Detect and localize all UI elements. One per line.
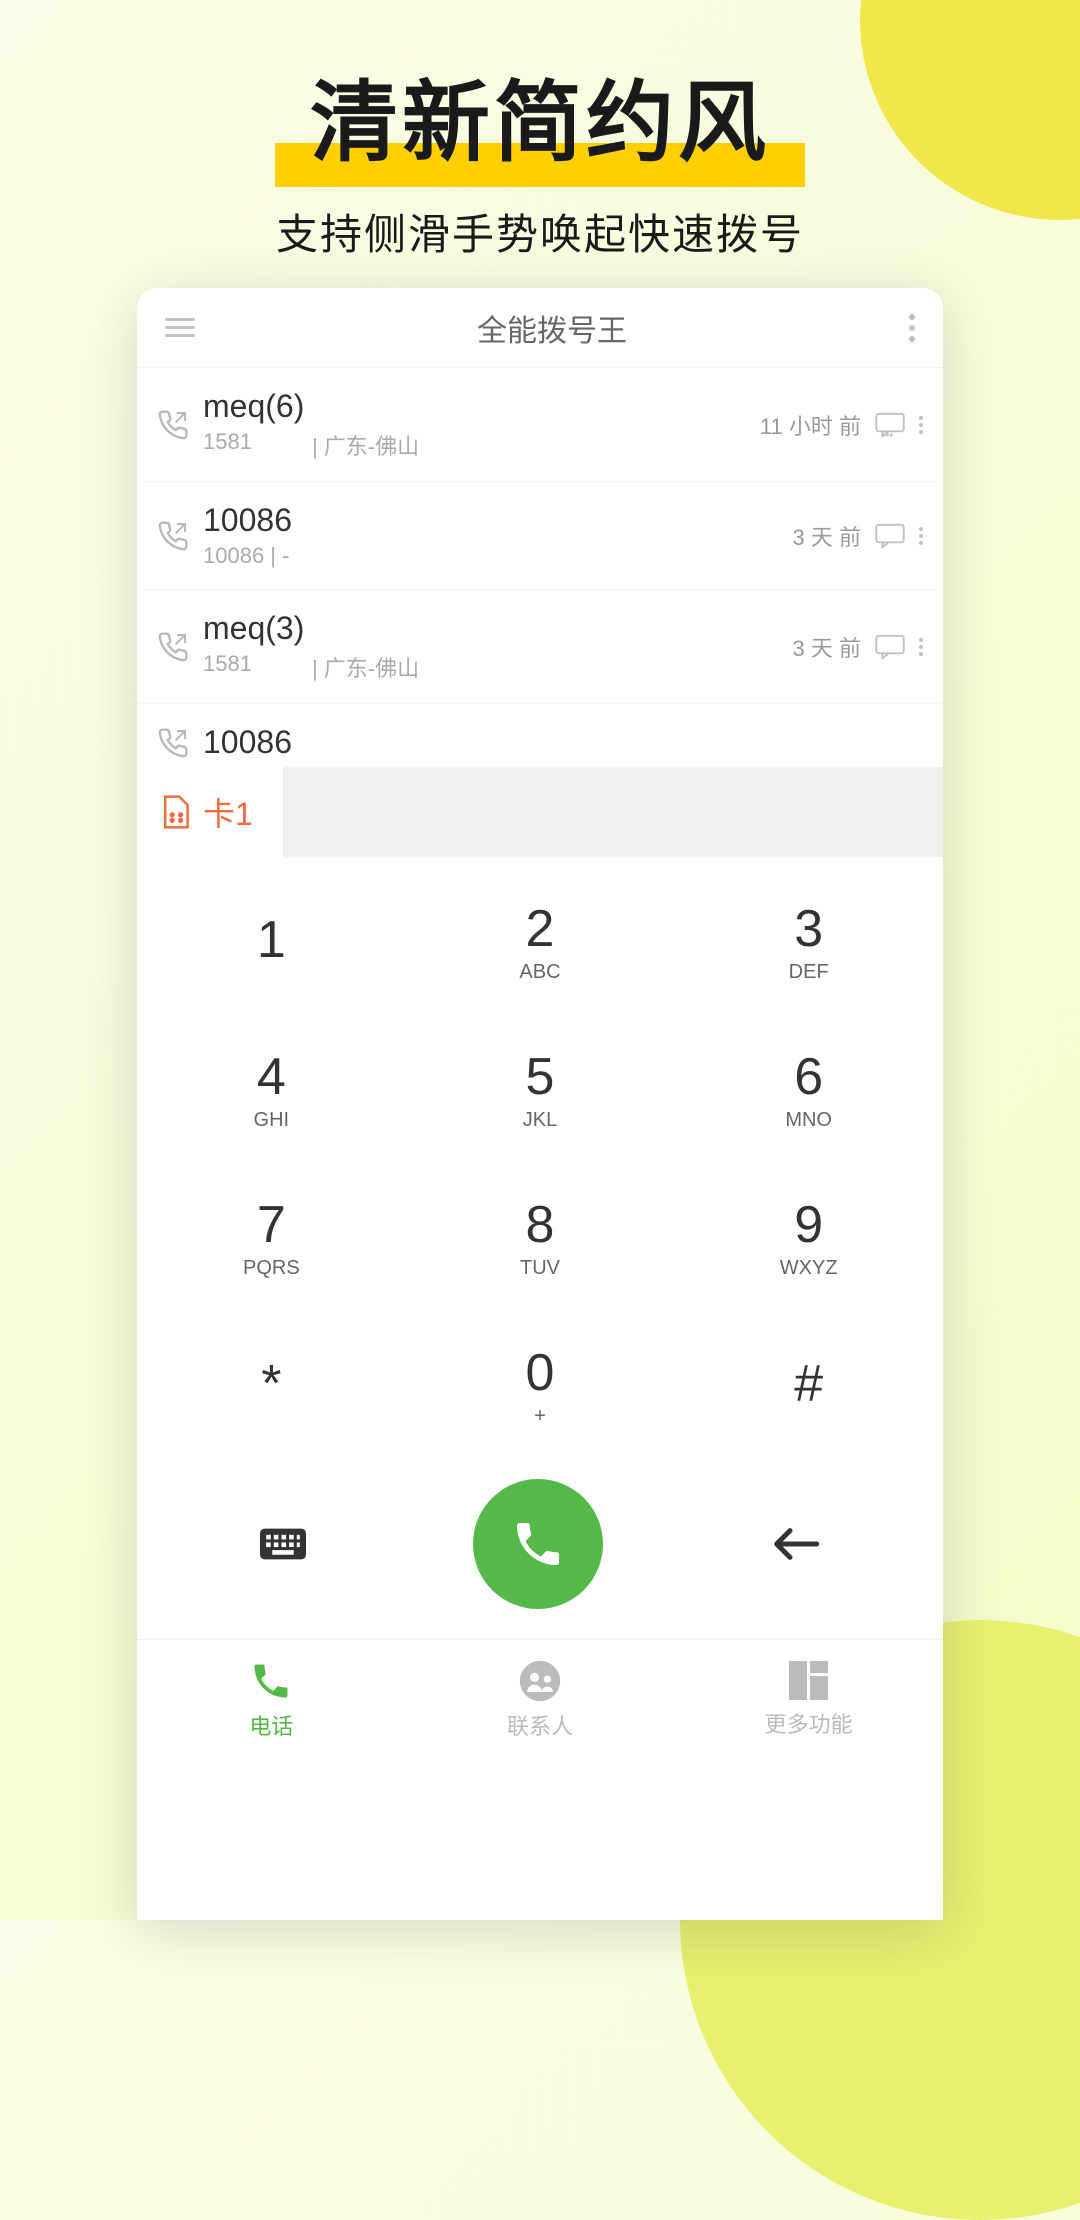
sim-icon [161,795,189,829]
grid-icon [789,1661,829,1701]
item-more-icon[interactable] [919,416,923,434]
key-9[interactable]: 9WXYZ [674,1163,943,1311]
nav-label: 更多功能 [765,1707,853,1739]
outgoing-call-icon [157,520,189,552]
call-button[interactable] [473,1479,603,1609]
nav-more[interactable]: 更多功能 [674,1640,943,1759]
contacts-icon [518,1659,562,1703]
item-more-icon[interactable] [919,638,923,656]
headline-subtitle: 支持侧滑手势唤起快速拨号 [0,201,1080,262]
call-name: 10086 [203,502,793,539]
key-3[interactable]: 3DEF [674,867,943,1015]
message-icon[interactable] [875,523,905,549]
bottom-nav: 电话 联系人 更多功能 [137,1639,943,1759]
sim-bar: 卡1 [137,767,943,857]
call-info: meq(6) 1581 | 广东-佛山 [203,388,760,461]
call-name: meq(3) [203,610,793,647]
key-4[interactable]: 4GHI [137,1015,406,1163]
outgoing-call-icon [157,409,189,441]
message-icon[interactable] [875,412,905,438]
call-time: 11 小时 前 [760,409,861,441]
sim-label: 卡1 [203,789,253,835]
call-info: 10086 [203,724,923,761]
phone-icon [249,1659,293,1703]
call-name: meq(6) [203,388,760,425]
key-0[interactable]: 0+ [406,1311,675,1459]
item-more-icon[interactable] [919,527,923,545]
sim-tab[interactable]: 卡1 [137,767,283,857]
key-1[interactable]: 1 [137,867,406,1015]
headline-title: 清新简约风 [275,52,805,179]
key-hash[interactable]: # [674,1311,943,1459]
outgoing-call-icon [157,631,189,663]
app-title: 全能拨号王 [195,306,909,350]
key-5[interactable]: 5JKL [406,1015,675,1163]
nav-label: 电话 [249,1709,293,1741]
menu-icon[interactable] [165,318,195,337]
call-name: 10086 [203,724,923,761]
phone-frame: 全能拨号王 meq(6) 1581 | 广东-佛山 11 小时 前 [137,288,943,1920]
call-item[interactable]: meq(6) 1581 | 广东-佛山 11 小时 前 [137,368,943,482]
back-icon[interactable] [770,1524,820,1564]
nav-label: 联系人 [507,1709,573,1741]
headline: 清新简约风 支持侧滑手势唤起快速拨号 [0,0,1080,262]
call-info: 10086 10086 | - [203,502,793,569]
call-list: meq(6) 1581 | 广东-佛山 11 小时 前 [137,368,943,767]
more-icon[interactable] [909,314,915,342]
call-time: 3 天 前 [793,520,861,552]
key-6[interactable]: 6MNO [674,1015,943,1163]
action-row [137,1459,943,1639]
key-7[interactable]: 7PQRS [137,1163,406,1311]
call-number: 1581 [203,651,252,683]
nav-contacts[interactable]: 联系人 [406,1640,675,1759]
message-icon[interactable] [875,634,905,660]
nav-phone[interactable]: 电话 [137,1640,406,1759]
keyboard-icon[interactable] [260,1527,306,1561]
call-item[interactable]: meq(3) 1581 | 广东-佛山 3 天 前 [137,590,943,704]
outgoing-call-icon [157,727,189,759]
call-time: 3 天 前 [793,631,861,663]
call-number: 10086 | - [203,543,289,569]
dialpad: 1 2ABC 3DEF 4GHI 5JKL 6MNO 7PQRS 8TUV 9W… [137,867,943,1459]
call-info: meq(3) 1581 | 广东-佛山 [203,610,793,683]
call-item[interactable]: 10086 [137,704,943,767]
app-header: 全能拨号王 [137,288,943,368]
call-location: | 广东-佛山 [312,429,419,461]
phone-icon [510,1516,566,1572]
call-location: | 广东-佛山 [312,651,419,683]
key-star[interactable]: * [137,1311,406,1459]
key-2[interactable]: 2ABC [406,867,675,1015]
key-8[interactable]: 8TUV [406,1163,675,1311]
call-number: 1581 [203,429,252,461]
call-item[interactable]: 10086 10086 | - 3 天 前 [137,482,943,590]
